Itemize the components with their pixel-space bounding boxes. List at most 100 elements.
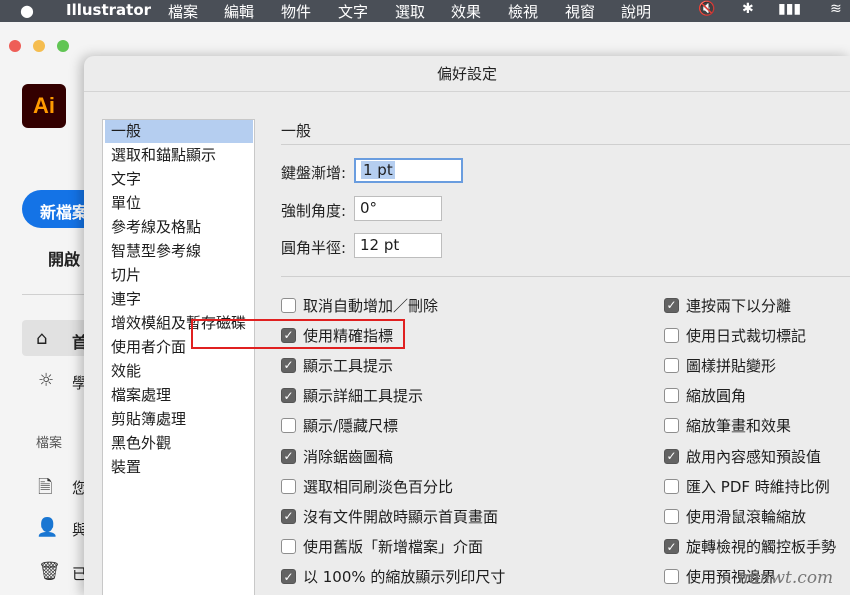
- left-checkbox-label: 取消自動增加／刪除: [303, 296, 439, 315]
- category-item-devices[interactable]: 裝置: [105, 456, 253, 479]
- menu-type[interactable]: 文字: [338, 1, 368, 22]
- mute-icon[interactable]: 🔇: [698, 1, 715, 17]
- highlight-annotation: [191, 319, 405, 349]
- left-checkbox-label: 消除鋸齒圖稿: [303, 447, 394, 466]
- menu-select[interactable]: 選取: [395, 1, 425, 22]
- right-checkbox-1[interactable]: 使用日式裁切標記: [664, 324, 806, 346]
- file-icon: 🗎: [38, 477, 53, 498]
- checkmark-icon[interactable]: ✓: [281, 388, 296, 404]
- right-checkbox-label: 匯入 PDF 時維持比例: [686, 477, 830, 496]
- constrain-angle-field[interactable]: 0°: [354, 196, 442, 221]
- checkbox-empty-icon[interactable]: [281, 297, 296, 313]
- trash-icon: 🗑: [38, 561, 61, 582]
- menu-file[interactable]: 檔案: [168, 1, 198, 22]
- left-checkbox-8[interactable]: 使用舊版「新增檔案」介面: [281, 536, 483, 558]
- checkmark-icon[interactable]: ✓: [664, 297, 679, 313]
- checkbox-empty-icon[interactable]: [664, 388, 679, 404]
- left-checkbox-7[interactable]: ✓ 沒有文件開啟時顯示首頁畫面: [281, 505, 498, 527]
- category-item-hyphenation[interactable]: 連字: [105, 288, 253, 311]
- right-checkbox-7[interactable]: 使用滑鼠滾輪縮放: [664, 505, 806, 527]
- left-checkbox-9[interactable]: ✓ 以 100% 的縮放顯示列印尺寸: [281, 566, 505, 588]
- lightbulb-icon: ☼: [38, 370, 55, 391]
- checkmark-icon[interactable]: ✓: [281, 357, 296, 373]
- apple-icon[interactable]: ●: [20, 1, 34, 20]
- checkmark-icon[interactable]: ✓: [281, 569, 296, 585]
- checkbox-empty-icon[interactable]: [281, 539, 296, 555]
- checkbox-empty-icon[interactable]: [281, 478, 296, 494]
- checkmark-icon[interactable]: ✓: [281, 508, 296, 524]
- right-checkbox-label: 使用日式裁切標記: [686, 326, 807, 345]
- user-icon: 👤: [36, 517, 59, 538]
- checkmark-icon[interactable]: ✓: [281, 448, 296, 464]
- checkbox-empty-icon[interactable]: [664, 418, 679, 434]
- left-checkbox-label: 以 100% 的縮放顯示列印尺寸: [303, 568, 506, 587]
- app-menu[interactable]: Illustrator: [66, 1, 151, 19]
- constrain-angle-label: 強制角度:: [281, 202, 347, 220]
- divider: [281, 144, 850, 145]
- right-checkbox-label: 縮放圓角: [686, 387, 747, 406]
- category-item-clipboard[interactable]: 剪貼簿處理: [105, 408, 253, 431]
- left-checkbox-6[interactable]: 選取相同刷淡色百分比: [281, 475, 453, 497]
- category-item-units[interactable]: 單位: [105, 192, 253, 215]
- bluetooth-icon[interactable]: ✱: [742, 1, 754, 17]
- right-checkbox-3[interactable]: 縮放圓角: [664, 385, 746, 407]
- left-checkbox-0[interactable]: 取消自動增加／刪除: [281, 294, 438, 316]
- wifi-icon[interactable]: ≋: [830, 1, 842, 17]
- keyboard-increment-field[interactable]: 1 pt: [354, 158, 463, 183]
- right-checkbox-0[interactable]: ✓ 連按兩下以分離: [664, 294, 791, 316]
- open-button[interactable]: 開啟: [48, 246, 80, 270]
- menu-edit[interactable]: 編輯: [224, 1, 254, 22]
- menu-object[interactable]: 物件: [281, 1, 311, 22]
- close-window-button[interactable]: [9, 40, 21, 52]
- home-icon: ⌂: [36, 328, 48, 349]
- right-checkbox-label: 啟用內容感知預設值: [686, 447, 822, 466]
- menu-view[interactable]: 檢視: [508, 1, 538, 22]
- menu-help[interactable]: 說明: [621, 1, 651, 22]
- category-item-file-handling[interactable]: 檔案處理: [105, 384, 253, 407]
- corner-radius-field[interactable]: 12 pt: [354, 233, 442, 258]
- right-checkbox-2[interactable]: 圖樣拼貼變形: [664, 354, 776, 376]
- left-checkbox-3[interactable]: ✓ 顯示詳細工具提示: [281, 385, 423, 407]
- category-list[interactable]: 一般 選取和錨點顯示 文字 單位 參考線及格點 智慧型參考線 切片 連字 增效模…: [102, 119, 255, 595]
- minimize-window-button[interactable]: [33, 40, 45, 52]
- right-checkbox-label: 縮放筆畫和效果: [686, 417, 792, 436]
- left-checkbox-5[interactable]: ✓ 消除鋸齒圖稿: [281, 445, 393, 467]
- zoom-window-button[interactable]: [57, 40, 69, 52]
- category-item-performance[interactable]: 效能: [105, 360, 253, 383]
- left-checkbox-4[interactable]: 顯示/隱藏尺標: [281, 415, 398, 437]
- checkmark-icon[interactable]: ✓: [664, 539, 679, 555]
- menu-window[interactable]: 視窗: [565, 1, 595, 22]
- right-checkbox-label: 圖樣拼貼變形: [686, 356, 777, 375]
- divider: [281, 276, 850, 277]
- left-checkbox-label: 顯示/隱藏尺標: [303, 417, 399, 436]
- category-item-selection[interactable]: 選取和錨點顯示: [105, 144, 253, 167]
- checkbox-empty-icon[interactable]: [664, 478, 679, 494]
- menu-bar: ● Illustrator 檔案 編輯 物件 文字 選取 效果 檢視 視窗 說明…: [0, 0, 850, 22]
- illustrator-logo: Ai: [22, 84, 66, 128]
- divider: [22, 294, 92, 295]
- checkbox-empty-icon[interactable]: [664, 357, 679, 373]
- checkbox-empty-icon[interactable]: [664, 569, 679, 585]
- left-checkbox-label: 顯示詳細工具提示: [303, 387, 424, 406]
- corner-radius-label: 圓角半徑:: [281, 239, 347, 257]
- category-item-slices[interactable]: 切片: [105, 264, 253, 287]
- files-section-header: 檔案: [36, 436, 63, 451]
- category-item-type[interactable]: 文字: [105, 168, 253, 191]
- right-checkbox-8[interactable]: ✓ 旋轉檢視的觸控板手勢: [664, 536, 836, 558]
- right-checkbox-label: 連按兩下以分離: [686, 296, 792, 315]
- right-checkbox-4[interactable]: 縮放筆畫和效果: [664, 415, 791, 437]
- checkbox-empty-icon[interactable]: [281, 418, 296, 434]
- menu-effect[interactable]: 效果: [451, 1, 481, 22]
- category-item-guides-grid[interactable]: 參考線及格點: [105, 216, 253, 239]
- category-item-smart-guides[interactable]: 智慧型參考線: [105, 240, 253, 263]
- category-item-black-appearance[interactable]: 黑色外觀: [105, 432, 253, 455]
- checkmark-icon[interactable]: ✓: [664, 448, 679, 464]
- category-item-general[interactable]: 一般: [105, 120, 253, 143]
- left-checkbox-label: 顯示工具提示: [303, 356, 394, 375]
- checkbox-empty-icon[interactable]: [664, 508, 679, 524]
- battery-icon[interactable]: ▮▮▮: [778, 1, 801, 17]
- right-checkbox-6[interactable]: 匯入 PDF 時維持比例: [664, 475, 830, 497]
- checkbox-empty-icon[interactable]: [664, 327, 679, 343]
- right-checkbox-5[interactable]: ✓ 啟用內容感知預設值: [664, 445, 821, 467]
- left-checkbox-2[interactable]: ✓ 顯示工具提示: [281, 354, 393, 376]
